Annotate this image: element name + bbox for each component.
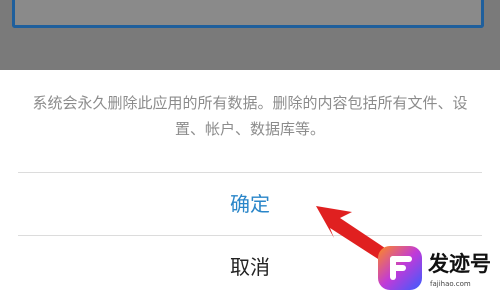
watermark: 发迹号 fajihao.com [370, 238, 498, 298]
background-input-card [12, 0, 484, 28]
dialog-message: 系统会永久删除此应用的所有数据。删除的内容包括所有文件、设置、帐户、数据库等。 [32, 94, 468, 138]
screen: 系统会永久删除此应用的所有数据。删除的内容包括所有文件、设置、帐户、数据库等。 … [0, 0, 500, 300]
brand-name: 发迹号 [428, 252, 491, 276]
brand-logo-icon [378, 246, 422, 290]
brand-site: fajihao.com [430, 280, 471, 288]
confirm-button[interactable]: 确定 [18, 173, 482, 235]
